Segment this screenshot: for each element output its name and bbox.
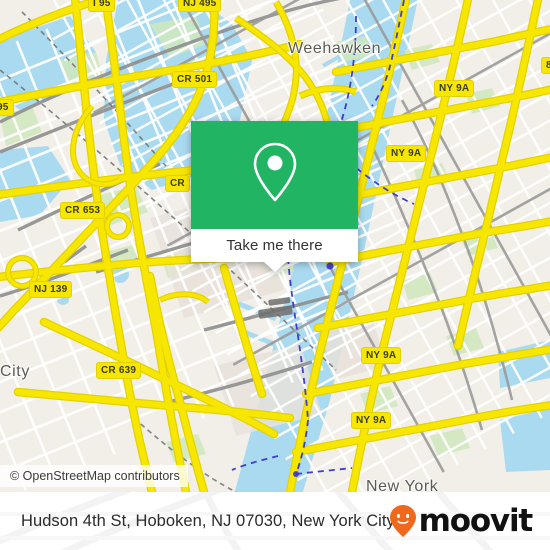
place-label: Weehawken <box>288 40 382 57</box>
map-pin-icon <box>248 140 302 211</box>
address-text: Hudson 4th St, Hoboken, NJ 07030, New Yo… <box>21 511 395 530</box>
road-shield: 95 <box>0 99 14 116</box>
road-shield: CR 501 <box>172 71 218 88</box>
place-label: City <box>0 363 30 380</box>
popup-action-bar[interactable]: Take me there <box>191 229 358 272</box>
take-me-there-label: Take me there <box>226 237 323 254</box>
footer-bar: Hudson 4th St, Hoboken, NJ 07030, New Yo… <box>0 492 550 550</box>
screenshot-root: Weehawken City New York I 95 NJ 495 CR 5… <box>0 0 550 550</box>
popup-tail <box>263 262 286 272</box>
road-shield: I 95 <box>88 0 116 12</box>
map-viewport[interactable]: Weehawken City New York I 95 NJ 495 CR 5… <box>0 0 550 492</box>
road-shield: NY 9A <box>386 145 427 162</box>
map-attribution[interactable]: © OpenStreetMap contributors <box>0 465 188 487</box>
road-shield: NY 9A <box>434 80 475 97</box>
road-shield: NY 9A <box>361 347 402 364</box>
road-shield: 8 <box>541 57 550 74</box>
moovit-logo[interactable]: moovit <box>388 502 534 539</box>
moovit-smiley-pin-icon <box>388 504 418 538</box>
road-shield: CR <box>165 175 190 192</box>
road-shield: NJ 139 <box>29 281 73 298</box>
popup-marker-area <box>191 121 358 229</box>
moovit-wordmark: moovit <box>418 502 534 539</box>
road-shield: NY 9A <box>351 412 392 429</box>
place-label: New York <box>366 478 439 492</box>
road-shield: CR 653 <box>60 202 106 219</box>
road-shield: CR 639 <box>96 362 142 379</box>
road-shield: NJ 495 <box>178 0 222 12</box>
map-popup-card[interactable]: Take me there <box>191 121 358 272</box>
